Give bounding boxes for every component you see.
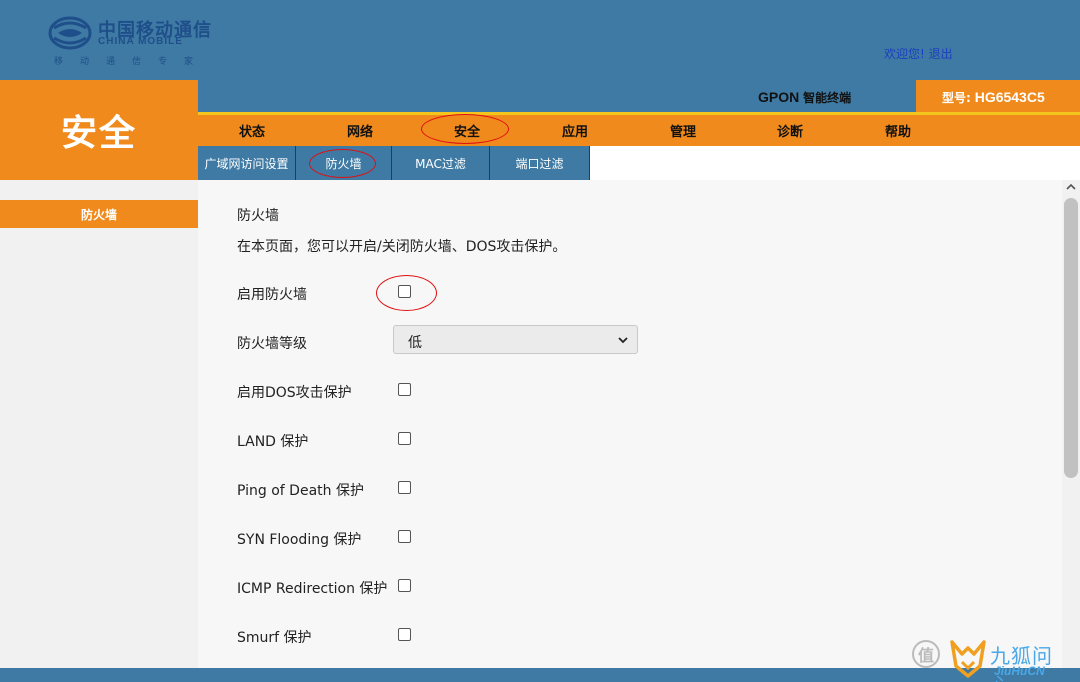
page-description: 在本页面，您可以开启/关闭防火墙、DOS攻击保护。: [237, 239, 567, 255]
subtab-port-filter[interactable]: 端口过滤: [490, 146, 590, 180]
fox-logo-icon: [950, 640, 986, 678]
ping-of-death-label: Ping of Death 保护: [237, 483, 364, 499]
china-mobile-logo: 中国移动通信 CHINA MOBILE 移动通信专家: [48, 14, 218, 70]
model-label: 型号:: [942, 91, 971, 105]
tab-help[interactable]: 帮助: [844, 121, 952, 140]
welcome-text: 欢迎您!: [884, 47, 925, 61]
model-info: 型号: HG6543C5: [916, 80, 1080, 112]
scrollbar-thumb[interactable]: [1064, 198, 1078, 478]
icmp-redirection-label: ICMP Redirection 保护: [237, 581, 388, 597]
tab-diagnosis[interactable]: 诊断: [736, 121, 844, 140]
smurf-protection-label: Smurf 保护: [237, 630, 312, 646]
enable-firewall-label: 启用防火墙: [237, 287, 307, 303]
subtab-wan-access[interactable]: 广域网访问设置: [198, 146, 296, 180]
dos-protection-checkbox[interactable]: [398, 383, 411, 396]
product-type: GPON: [758, 89, 800, 105]
model-number: HG6543C5: [974, 89, 1045, 105]
ping-of-death-checkbox[interactable]: [398, 481, 411, 494]
subnav-spacer: [590, 146, 1080, 180]
syn-flooding-label: SYN Flooding 保护: [237, 532, 362, 548]
tab-security[interactable]: 安全: [413, 121, 521, 140]
logo-english-name: CHINA MOBILE: [98, 36, 183, 47]
leftmenu-item-firewall[interactable]: 防火墙: [0, 200, 198, 228]
firewall-level-label: 防火墙等级: [237, 336, 307, 352]
page-title: 防火墙: [237, 208, 279, 224]
land-protection-label: LAND 保护: [237, 434, 309, 450]
icmp-redirection-checkbox[interactable]: [398, 579, 411, 592]
enable-firewall-checkbox[interactable]: [398, 285, 411, 298]
tab-network[interactable]: 网络: [306, 121, 414, 140]
content-panel: 防火墙 在本页面，您可以开启/关闭防火墙、DOS攻击保护。 启用防火墙 防火墙等…: [198, 180, 1062, 668]
section-title: 安全: [0, 80, 198, 180]
watermark: 值 九狐问心 JiuHuCN: [912, 636, 1072, 682]
header: 中国移动通信 CHINA MOBILE 移动通信专家 欢迎您! 退出: [0, 0, 1080, 80]
chevron-down-icon: [618, 337, 628, 344]
logout-link[interactable]: 退出: [929, 47, 953, 61]
subtab-firewall[interactable]: 防火墙: [296, 146, 392, 180]
scroll-up-arrow-icon[interactable]: [1066, 182, 1076, 192]
left-menu: 防火墙: [0, 180, 198, 668]
land-protection-checkbox[interactable]: [398, 432, 411, 445]
logo-slogan: 移动通信专家: [54, 57, 211, 67]
zhi-watermark-icon: 值: [912, 640, 940, 668]
product-bar: GPON 智能终端 型号: HG6543C5: [198, 80, 1080, 112]
product-desc: 智能终端: [803, 91, 852, 105]
product-name: GPON 智能终端: [758, 89, 851, 106]
tab-application[interactable]: 应用: [521, 121, 629, 140]
tab-management[interactable]: 管理: [629, 121, 737, 140]
subtab-mac-filter[interactable]: MAC过滤: [392, 146, 490, 180]
smurf-protection-checkbox[interactable]: [398, 628, 411, 641]
syn-flooding-checkbox[interactable]: [398, 530, 411, 543]
user-greeting: 欢迎您! 退出: [884, 45, 953, 62]
firewall-level-select[interactable]: 低: [393, 325, 638, 354]
main-nav: 状态 网络 安全 应用 管理 诊断 帮助: [198, 112, 1080, 146]
vertical-scrollbar[interactable]: [1062, 180, 1080, 668]
china-mobile-logo-icon: [48, 16, 92, 50]
watermark-english: JiuHuCN: [994, 664, 1045, 678]
dos-protection-label: 启用DOS攻击保护: [237, 385, 352, 401]
firewall-level-value: 低: [408, 335, 422, 351]
tab-status[interactable]: 状态: [198, 121, 306, 140]
